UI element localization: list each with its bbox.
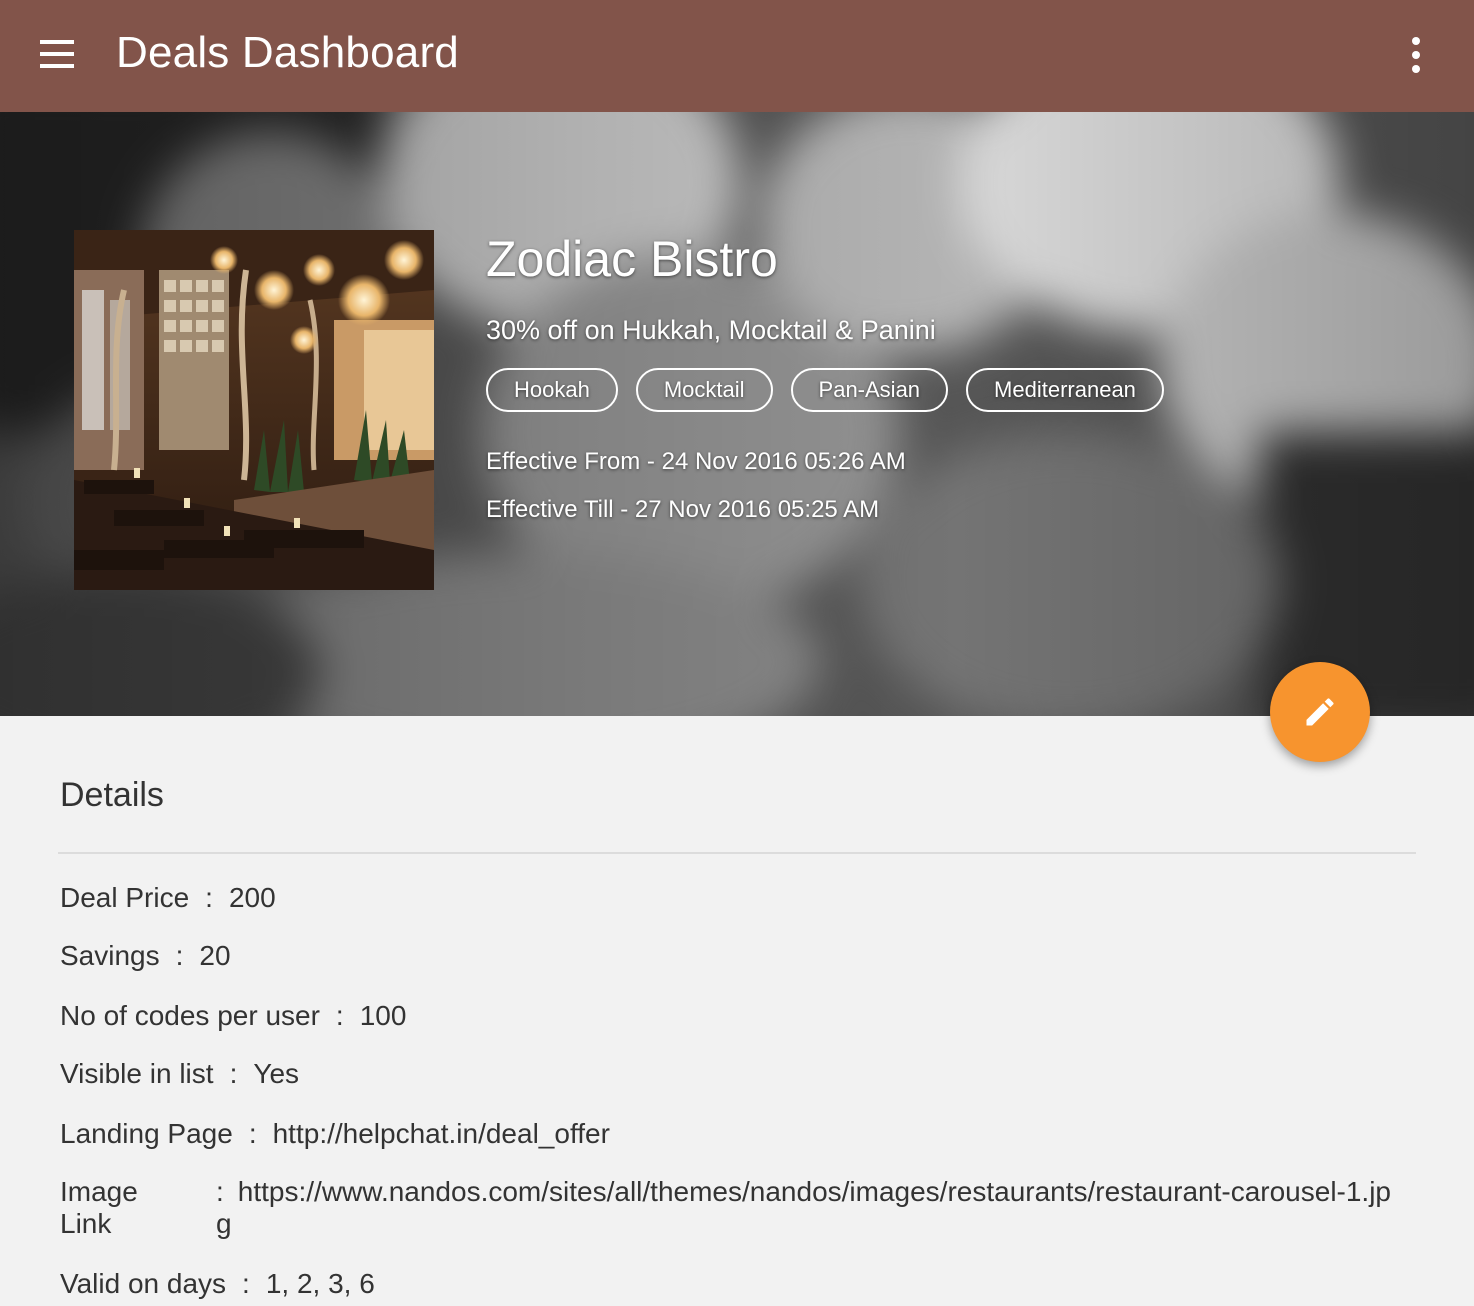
detail-row-savings: Savings:20 [60, 940, 231, 971]
deal-info: Zodiac Bistro 30% off on Hukkah, Mocktai… [486, 230, 1164, 524]
detail-value: 1, 2, 3, 6 [265, 1268, 375, 1299]
effective-from: Effective From - 24 Nov 2016 05:26 AM [486, 448, 906, 475]
detail-row-deal-price: Deal Price:200 [60, 882, 276, 913]
hero-banner: Zodiac Bistro 30% off on Hukkah, Mocktai… [0, 112, 1474, 716]
app-bar: Deals Dashboard [0, 0, 1474, 112]
detail-label: Visible in list [60, 1058, 214, 1089]
detail-value: 200 [228, 882, 276, 913]
landing-page-link[interactable]: http://helpchat.in/deal_offer [273, 1118, 610, 1149]
deal-offer: 30% off on Hukkah, Mocktail & Panini [486, 315, 936, 345]
detail-label: Deal Price [60, 882, 190, 913]
restaurant-name: Zodiac Bistro [486, 231, 778, 287]
menu-icon[interactable] [40, 40, 76, 68]
tag-list: Hookah Mocktail Pan-Asian Mediterranean [486, 368, 1164, 412]
detail-value: 100 [359, 1000, 407, 1031]
detail-value: Yes [253, 1058, 300, 1089]
detail-label: Valid on days [60, 1268, 227, 1299]
restaurant-photo [74, 230, 434, 590]
details-title: Details [60, 776, 164, 814]
tag-chip[interactable]: Hookah [486, 368, 618, 412]
divider [58, 852, 1416, 854]
detail-value: 20 [199, 940, 231, 971]
tag-chip[interactable]: Mediterranean [966, 368, 1164, 412]
detail-row-landing-page: Landing Page: http://helpchat.in/deal_off… [60, 1118, 610, 1149]
detail-row-valid-days: Valid on days:1, 2, 3, 6 [60, 1268, 375, 1299]
detail-row-codes-per-user: No of codes per user:100 [60, 1000, 407, 1031]
tag-chip[interactable]: Mocktail [635, 368, 773, 412]
detail-row-visible-in-list: Visible in list: Yes [60, 1058, 300, 1089]
effective-till: Effective Till - 27 Nov 2016 05:25 AM [486, 496, 880, 523]
tag-chip[interactable]: Pan-Asian [790, 368, 949, 412]
detail-label: Image Link [60, 1176, 138, 1239]
more-vert-icon[interactable] [1402, 37, 1430, 73]
detail-label: Landing Page [60, 1118, 233, 1149]
pencil-icon [1306, 698, 1334, 726]
detail-label: Savings [60, 940, 160, 971]
app-title: Deals Dashboard [116, 28, 459, 77]
detail-label: No of codes per user [60, 1000, 320, 1031]
image-link-url[interactable]: : https://www.nandos.com/sites/all/themes… [216, 1176, 1396, 1240]
edit-button[interactable] [1270, 662, 1370, 762]
